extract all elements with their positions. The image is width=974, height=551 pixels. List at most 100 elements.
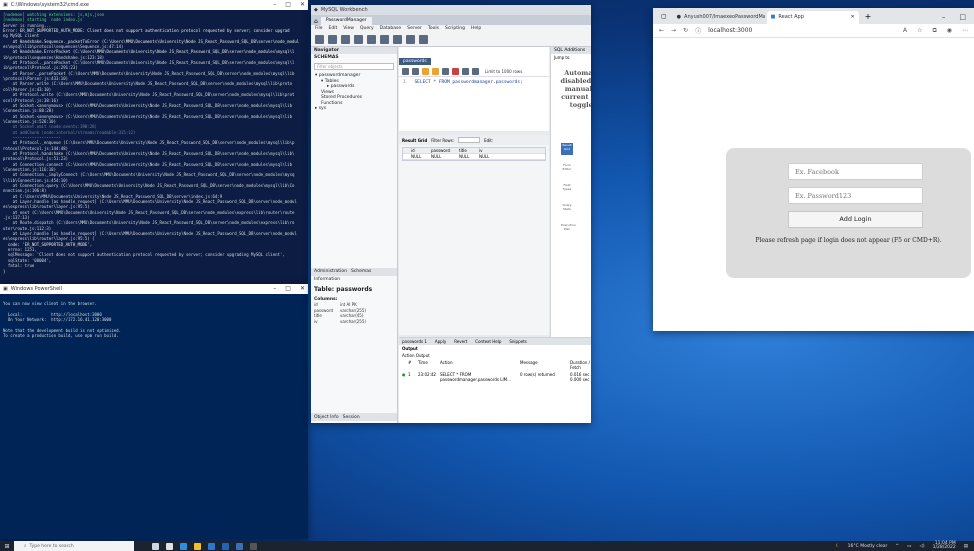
info-icon[interactable]: ⓘ bbox=[695, 26, 701, 35]
workbench-taskbar-icon[interactable] bbox=[236, 542, 243, 550]
close-button[interactable]: ✕ bbox=[300, 286, 305, 292]
result-side-button[interactable]: Execution Plan bbox=[561, 223, 576, 235]
limit-select[interactable]: Limit to 1000 rows bbox=[485, 69, 522, 74]
function-icon[interactable] bbox=[393, 35, 402, 44]
new-query-icon[interactable] bbox=[315, 35, 324, 44]
title-input[interactable] bbox=[788, 163, 923, 180]
tab-github[interactable]: ● Anyush007/ImaexeoPasswordManager ✕ bbox=[673, 11, 765, 24]
result-cell[interactable] bbox=[403, 154, 411, 159]
tray-chevron-icon[interactable]: ^ bbox=[895, 544, 899, 549]
menu-item-edit[interactable]: Edit bbox=[329, 26, 338, 32]
execute-icon[interactable] bbox=[422, 67, 429, 75]
execute-line-icon[interactable] bbox=[432, 67, 439, 75]
network-icon[interactable]: ▭ bbox=[907, 544, 911, 549]
taskbar-search[interactable]: ⌕ Type here to search bbox=[14, 541, 134, 551]
output-tab[interactable]: Snippets bbox=[509, 339, 526, 344]
read-aloud-icon[interactable]: A bbox=[903, 27, 907, 35]
menu-item-query[interactable]: Query bbox=[360, 26, 374, 32]
query-editor[interactable]: passwords Limit to 1000 rows 1 SELECT * … bbox=[399, 47, 549, 131]
output-tab[interactable]: passwords 1 bbox=[402, 339, 427, 344]
cmd-titlebar[interactable]: ▣ C:\Windows\system32\cmd.exe – □ ✕ bbox=[0, 0, 308, 10]
stop-icon[interactable] bbox=[452, 67, 459, 75]
view-icon[interactable] bbox=[367, 35, 376, 44]
bottom-tab[interactable]: Object Info bbox=[314, 415, 339, 420]
weather-text[interactable]: 16°C Mostly clear bbox=[848, 544, 888, 549]
file-explorer-icon[interactable] bbox=[194, 542, 201, 550]
mysql-workbench-window[interactable]: ◆ MySQL Workbench ⌂ PasswordManager File… bbox=[311, 5, 591, 423]
menu-item-tools[interactable]: Tools bbox=[428, 26, 439, 32]
close-button[interactable]: ✕ bbox=[300, 2, 305, 8]
result-cell[interactable]: NULL bbox=[411, 154, 431, 159]
task-view-icon[interactable] bbox=[152, 542, 159, 550]
clock[interactable]: 11:04 PM 1/28/2022 bbox=[933, 541, 956, 551]
close-tab-icon[interactable]: ✕ bbox=[850, 14, 854, 24]
save-icon[interactable] bbox=[412, 67, 419, 75]
table-icon[interactable] bbox=[354, 35, 363, 44]
refresh-icon[interactable]: ↻ bbox=[683, 27, 688, 34]
menu-item-view[interactable]: View bbox=[343, 26, 354, 32]
procedure-icon[interactable] bbox=[380, 35, 389, 44]
search-icon[interactable] bbox=[406, 35, 415, 44]
cmd-output[interactable]: [nodemon] watching extensions: js,mjs,js… bbox=[0, 10, 308, 284]
tab-react-app[interactable]: ■ React App ✕ bbox=[766, 11, 859, 24]
maximize-button[interactable]: □ bbox=[285, 2, 291, 8]
minimize-button[interactable]: – bbox=[273, 2, 276, 8]
menu-item-help[interactable]: Help bbox=[471, 26, 481, 32]
collections-icon[interactable]: ⧉ bbox=[932, 27, 936, 35]
output-row[interactable]: ● 1 23:02:42 SELECT * FROM passwordmanager.… bbox=[399, 371, 591, 383]
minimize-button[interactable]: – bbox=[942, 13, 946, 21]
info-tab[interactable]: Administration bbox=[314, 269, 347, 275]
filter-objects-input[interactable]: Filter objects bbox=[314, 63, 394, 70]
result-header-cell[interactable]: id bbox=[411, 148, 431, 153]
info-tab[interactable]: Schemas bbox=[351, 269, 371, 275]
profile-icon[interactable]: ◉ bbox=[947, 27, 952, 35]
result-header-cell[interactable]: title bbox=[459, 148, 479, 153]
result-cell[interactable]: NULL bbox=[479, 154, 499, 159]
forward-icon[interactable]: → bbox=[671, 27, 676, 34]
windows-start-icon[interactable]: ⊞ bbox=[0, 541, 14, 551]
result-null-row[interactable]: NULL NULL NULL NULL bbox=[403, 154, 545, 160]
result-header-cell[interactable]: password bbox=[431, 148, 459, 153]
jump-to-select[interactable]: Jump to bbox=[551, 54, 591, 61]
maximize-button[interactable]: □ bbox=[285, 286, 291, 292]
cmd-window[interactable]: ▣ C:\Windows\system32\cmd.exe – □ ✕ [nod… bbox=[0, 0, 308, 284]
result-header-cell[interactable]: iv bbox=[479, 148, 499, 153]
browser-window[interactable]: ▢ ● Anyush007/ImaexeoPasswordManager ✕ ■… bbox=[653, 8, 974, 331]
terminal-taskbar-icon[interactable] bbox=[250, 542, 257, 550]
open-file-icon[interactable] bbox=[402, 67, 409, 75]
result-side-button[interactable]: Form Editor bbox=[561, 163, 573, 175]
edge-icon[interactable] bbox=[180, 542, 187, 550]
menu-item-server[interactable]: Server bbox=[407, 26, 422, 32]
open-sql-icon[interactable] bbox=[328, 35, 337, 44]
output-mode-select[interactable]: Action Output bbox=[399, 352, 591, 359]
powershell-window[interactable]: ▣ Windows PowerShell – □ ✕ You can now v… bbox=[0, 284, 308, 539]
powershell-output[interactable]: You can now view client in the browser. … bbox=[0, 294, 308, 539]
result-side-button[interactable]: Result Grid bbox=[561, 143, 573, 155]
widgets-icon[interactable] bbox=[166, 542, 173, 550]
favorite-icon[interactable]: ☆ bbox=[917, 27, 922, 35]
commit-icon[interactable] bbox=[462, 67, 469, 75]
rollback-icon[interactable] bbox=[472, 67, 479, 75]
filter-rows-input[interactable] bbox=[458, 137, 481, 143]
vscode-icon[interactable] bbox=[222, 542, 229, 550]
store-icon[interactable] bbox=[208, 542, 215, 550]
result-header-cell[interactable] bbox=[403, 148, 411, 153]
query-tab[interactable]: passwords bbox=[399, 58, 431, 65]
connection-tab[interactable]: PasswordManager bbox=[320, 17, 372, 25]
volume-icon[interactable]: ◁) bbox=[919, 544, 924, 549]
minimize-button[interactable]: – bbox=[273, 286, 276, 292]
output-tab[interactable]: Context Help bbox=[475, 339, 501, 344]
address-input[interactable]: localhost:3000 bbox=[708, 27, 752, 34]
output-tab[interactable]: Apply bbox=[435, 339, 446, 344]
result-side-button[interactable]: Query Stats bbox=[561, 203, 573, 215]
result-grid[interactable]: id password title iv NULL NULL NULL NULL bbox=[402, 147, 546, 161]
notifications-icon[interactable]: ▤ bbox=[964, 544, 968, 549]
menu-item-file[interactable]: File bbox=[315, 26, 323, 32]
workbench-titlebar[interactable]: ◆ MySQL Workbench bbox=[311, 5, 591, 15]
tree-item[interactable]: ▸ sys bbox=[315, 106, 393, 112]
tab-actions-icon[interactable]: ▢ bbox=[657, 13, 671, 24]
output-tab[interactable]: Revert bbox=[454, 339, 467, 344]
schema-icon[interactable] bbox=[341, 35, 350, 44]
back-icon[interactable]: ← bbox=[659, 27, 664, 34]
result-cell[interactable]: NULL bbox=[431, 154, 459, 159]
